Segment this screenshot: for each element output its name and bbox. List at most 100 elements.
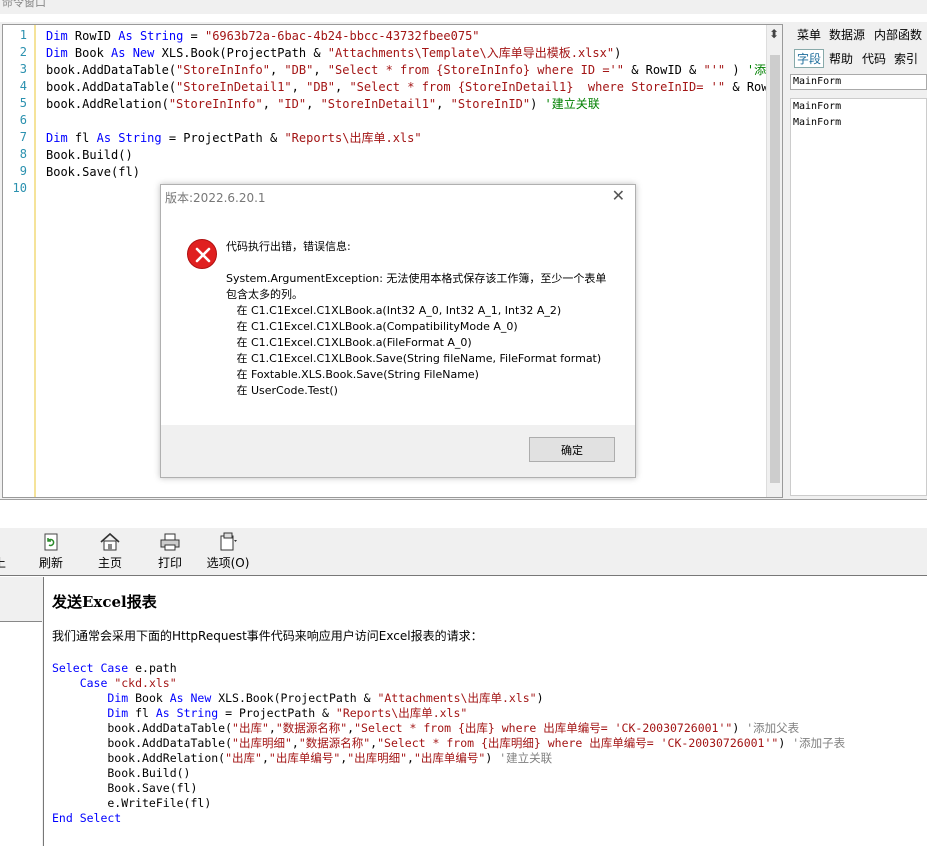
tab-code[interactable]: 代码 [862, 50, 886, 67]
tab-internal-functions[interactable]: 内部函数 [874, 26, 922, 43]
code-token: "出库" [225, 751, 262, 765]
options-button[interactable]: 选项(O) [205, 532, 251, 571]
code-line: Dim Book As New XLS.Book(ProjectPath & "… [52, 691, 544, 706]
code-token: "Select * from {StoreInDetail1} where St… [349, 80, 726, 94]
refresh-label: 刷新 [38, 556, 63, 570]
code-token: book.AddRelation( [52, 751, 226, 765]
dialog-title: 版本:2022.6.20.1 [165, 191, 266, 205]
code-token: & RowID [732, 80, 766, 94]
line-number: 4 [19, 79, 27, 93]
help-content: 发送Excel报表 我们通常会采用下面的HttpRequest事件代码来响应用户… [44, 577, 927, 846]
field-search-input[interactable]: MainForm [790, 74, 927, 90]
code-token: "Reports\出库单.xls" [284, 131, 422, 145]
code-token: "StoreInInfo" [176, 63, 270, 77]
code-line: Book.Save(fl) [52, 781, 197, 796]
code-token: Dim [46, 131, 75, 145]
editor-scrollbar[interactable]: ⬍ [766, 25, 782, 497]
code-token: , [313, 63, 328, 77]
list-item[interactable]: MainForm [791, 99, 926, 115]
code-token: "ckd.xls" [114, 676, 177, 690]
code-token: e.path [128, 661, 177, 675]
home-icon [100, 532, 120, 551]
code-token: "StoreInDetail1" [176, 80, 292, 94]
code-line: e.WriteFile(fl) [52, 796, 211, 811]
code-token: , [262, 97, 278, 111]
code-line: book.AddDataTable("StoreInInfo", "DB", "… [46, 62, 766, 79]
print-label: 打印 [157, 556, 182, 570]
error-message-line: 在 C1.C1Excel.C1XLBook.a(CompatibilityMod… [226, 320, 518, 333]
code-token: Case [79, 676, 115, 690]
line-number: 3 [19, 62, 27, 76]
field-list[interactable]: MainForm MainForm [790, 98, 927, 496]
code-token: ) [614, 46, 622, 60]
tab-menu[interactable]: 菜单 [797, 26, 821, 43]
code-line: Book.Save(fl) [46, 164, 140, 181]
code-token: "Select * from {出库} where 出库单编号= 'CK-200… [354, 721, 733, 735]
code-token: "'" [703, 63, 726, 77]
code-token: '建立关联 [499, 751, 553, 765]
code-line: Dim Book As New XLS.Book(ProjectPath & "… [46, 45, 621, 62]
code-token: "StoreInInfo" [168, 97, 263, 111]
code-token: , [407, 751, 414, 765]
code-token: ) [778, 736, 793, 750]
back-button[interactable]: 上 [0, 532, 6, 571]
code-token: , [268, 721, 276, 735]
navigation-tree[interactable] [0, 621, 42, 846]
error-message-line: 在 C1.C1Excel.C1XLBook.Save(String fileNa… [226, 352, 602, 365]
code-token: As New [111, 46, 155, 60]
print-button[interactable]: 打印 [155, 532, 185, 571]
close-icon[interactable]: ✕ [612, 186, 625, 205]
code-token: As String [118, 29, 184, 43]
code-token: "出库" [232, 721, 269, 735]
split-handle-icon[interactable]: ⬍ [769, 27, 779, 41]
code-token: '添加子表 [792, 736, 846, 750]
code-line: Dim fl As String = ProjectPath & "Report… [52, 706, 467, 721]
code-token: Book.Save(fl) [52, 781, 198, 795]
code-token: = ProjectPath & [218, 706, 336, 720]
code-line: book.AddRelation("StoreInInfo", "ID", "S… [46, 96, 600, 113]
code-token: End Select [52, 811, 122, 825]
error-message-line: 在 Foxtable.XLS.Book.Save(String FileName… [226, 368, 479, 381]
code-token: = ProjectPath & [161, 131, 285, 145]
navigation-pane [0, 577, 44, 846]
line-number: 8 [19, 147, 27, 161]
code-token: ) [725, 63, 747, 77]
back-icon [0, 532, 16, 552]
error-dialog: 版本:2022.6.20.1 ✕ 代码执行出错，错误信息: System.Arg… [160, 184, 636, 478]
code-token: Book [74, 46, 112, 60]
code-token: RowID [74, 29, 119, 43]
page-title: 发送Excel报表 [52, 593, 157, 611]
options-label: 选项(O) [206, 556, 250, 570]
code-token: fl [74, 131, 97, 145]
code-token: , [269, 63, 285, 77]
line-number-gutter: 1 2 3 4 5 6 7 8 9 10 [3, 25, 36, 497]
code-token: & RowID & [624, 63, 704, 77]
code-token: ) [485, 751, 500, 765]
tab-datasource[interactable]: 数据源 [829, 26, 865, 43]
line-number: 1 [19, 28, 27, 42]
page-intro: 我们通常会采用下面的HttpRequest事件代码来响应用户访问Excel报表的… [52, 629, 483, 643]
list-item[interactable]: MainForm [791, 115, 926, 131]
scrollbar-thumb[interactable] [770, 55, 780, 483]
code-token: e.WriteFile(fl) [52, 796, 212, 810]
home-button[interactable]: 主页 [95, 532, 125, 571]
code-token: "Select * from {出库明细} where 出库单编号= 'CK-2… [377, 736, 779, 750]
code-token: ) [536, 691, 544, 705]
code-token: "StoreInDetail1" [320, 97, 437, 111]
code-token: = [183, 29, 205, 43]
help-toolbar: 上 刷新 主页 打印 选项(O) [0, 528, 927, 576]
tab-index[interactable]: 索引 [894, 50, 918, 67]
tab-help[interactable]: 帮助 [829, 50, 853, 67]
code-line: book.AddRelation("出库","出库单编号","出库明细","出库… [52, 751, 552, 766]
code-token: '添加主 [746, 63, 766, 77]
window-title: 命令窗口 [2, 0, 46, 9]
refresh-button[interactable]: 刷新 [36, 532, 66, 571]
ok-button[interactable]: 确定 [529, 437, 615, 462]
code-token: , [335, 80, 350, 94]
line-number: 9 [19, 164, 27, 178]
code-token: ) [732, 721, 747, 735]
refresh-icon [44, 533, 58, 551]
code-token: book.AddDataTable( [52, 721, 233, 735]
tab-fields[interactable]: 字段 [794, 49, 825, 68]
